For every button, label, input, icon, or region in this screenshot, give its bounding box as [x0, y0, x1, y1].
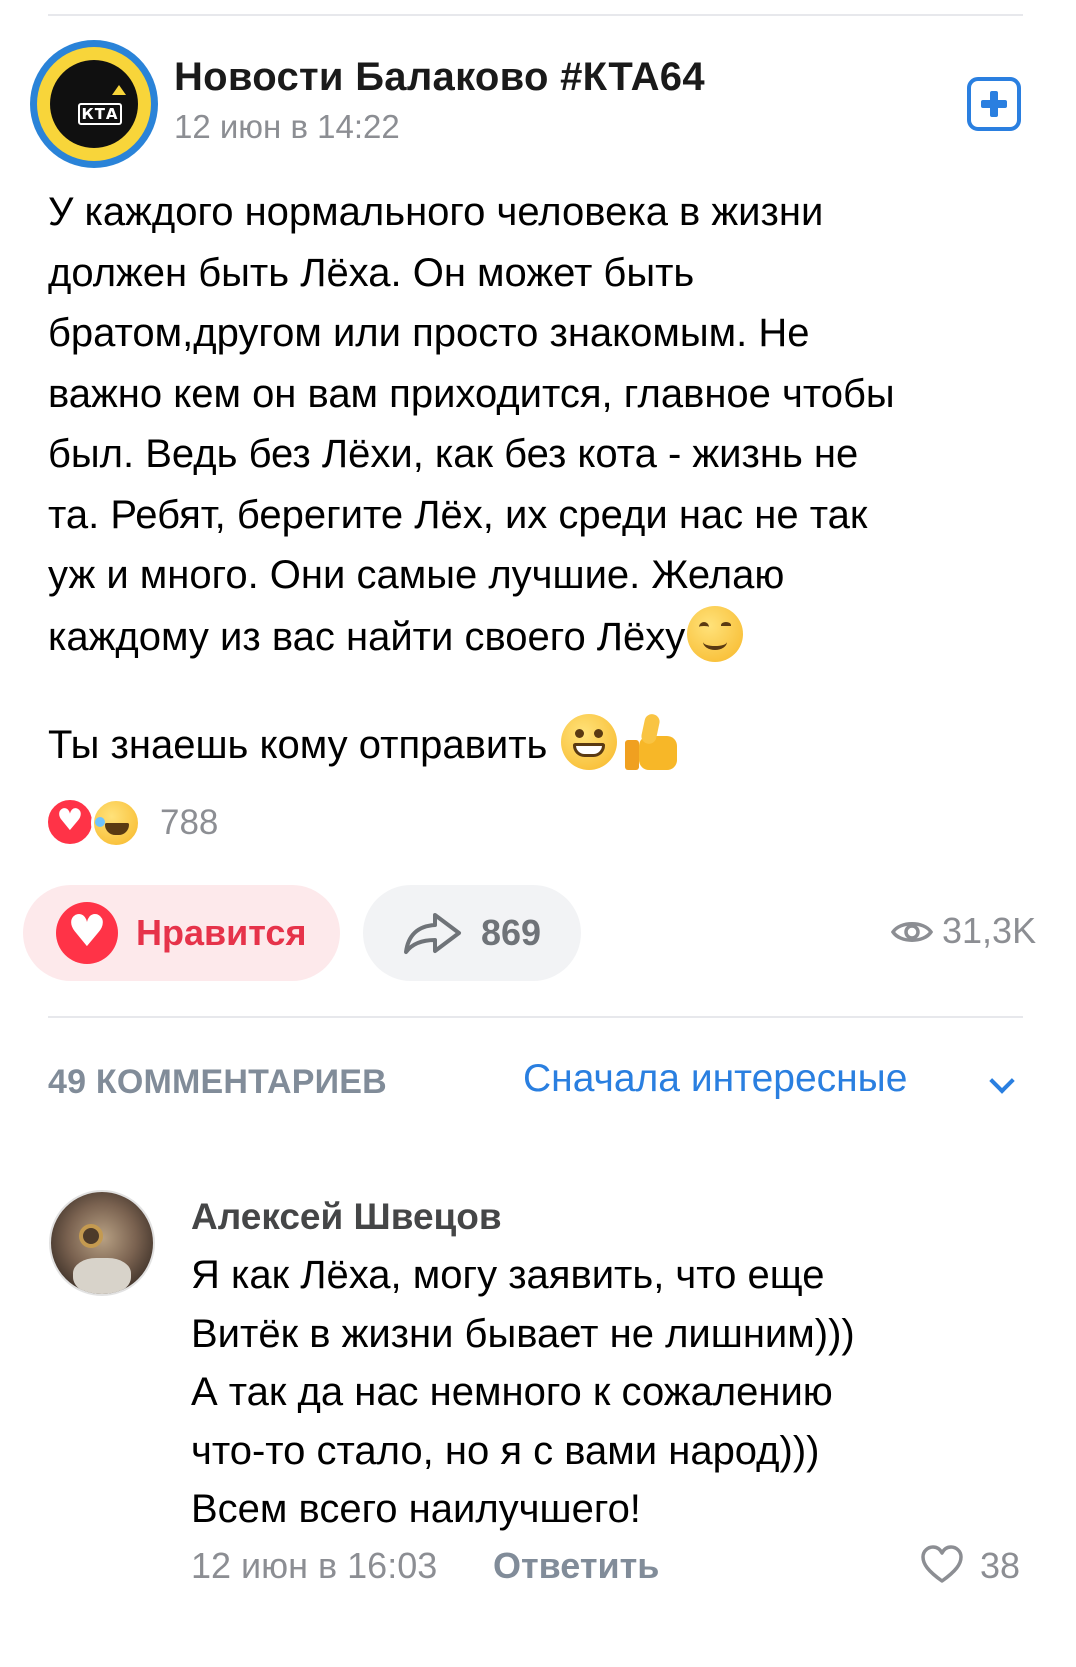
comments-count: 49 КОММЕНТАРИЕВ [48, 1063, 387, 1101]
comment-author-name[interactable]: Алексей Швецов [191, 1196, 502, 1238]
post-text-line: братом,другом или просто знакомым. Не [48, 311, 810, 355]
thumbs-up-emoji-icon [623, 712, 679, 772]
post-text-line: был. Ведь без Лёхи, как без кота - жизнь… [48, 432, 859, 476]
comment-text: Я как Лёха, могу заявить, что еще Витёк … [191, 1246, 855, 1539]
subscribe-button[interactable] [967, 77, 1021, 131]
smiling-face-emoji-icon [687, 605, 744, 662]
post-text-line: должен быть Лёха. Он может быть [48, 250, 695, 295]
shares-count: 869 [481, 912, 542, 953]
share-arrow-icon [404, 913, 461, 954]
like-button[interactable]: ♥ Нравится [23, 885, 340, 981]
post-cta: Ты знаешь кому отправить [48, 712, 679, 775]
post-time[interactable]: 12 июн в 14:22 [174, 108, 400, 146]
heart-icon: ♥ [56, 902, 118, 964]
post-divider [48, 1016, 1023, 1018]
like-label: Нравится [136, 912, 307, 953]
group-name[interactable]: Новости Балаково #КТА64 [174, 55, 705, 100]
post-text-line: важно кем он вам приходится, главное что… [48, 371, 895, 416]
reply-button[interactable]: Ответить [493, 1545, 659, 1587]
comment-text-line: Я как Лёха, могу заявить, что еще [191, 1253, 825, 1297]
crown-icon [112, 85, 126, 95]
comment-time: 12 июн в 16:03 [191, 1545, 438, 1586]
top-divider [48, 14, 1023, 16]
post-text-line: та. Ребят, берегите Лёх, их среди нас не… [48, 492, 868, 537]
chevron-down-icon [989, 1068, 1015, 1094]
comment-text-line: Всем всего наилучшего! [191, 1487, 641, 1531]
post-text: У каждого нормального человека в жизни д… [48, 182, 1023, 667]
share-button[interactable]: 869 [363, 885, 581, 981]
comment-text-line: Витёк в жизни бывает не лишним))) [191, 1311, 855, 1356]
reactions-count: 788 [160, 803, 219, 842]
comment-text-line: что-то стало, но я с вами народ))) [191, 1428, 820, 1473]
group-logo-text: КТА [78, 103, 122, 125]
eye-icon [890, 922, 934, 942]
heart-outline-icon [921, 1545, 963, 1583]
laugh-reaction-icon [91, 798, 141, 848]
comment-text-line: А так да нас немного к сожалению [191, 1370, 833, 1414]
comment-likes-count: 38 [980, 1545, 1021, 1586]
sort-label: Сначала интересные [523, 1057, 908, 1100]
post-text-line-last: каждому из вас найти своего Лёху [48, 605, 1023, 668]
post-text-line: уж и много. Они самые лучшие. Желаю [48, 553, 785, 597]
heart-reaction-icon [45, 797, 95, 847]
comments-sort-select[interactable]: Сначала интересные [523, 1057, 1015, 1107]
views-count: 31,3K [942, 910, 1037, 951]
group-avatar[interactable]: КТА [30, 40, 158, 168]
avatar-core: КТА [50, 60, 138, 148]
post-text-line: У каждого нормального человека в жизни [48, 190, 824, 234]
comment-author-avatar[interactable] [49, 1190, 155, 1296]
grinning-face-emoji-icon [561, 714, 618, 770]
